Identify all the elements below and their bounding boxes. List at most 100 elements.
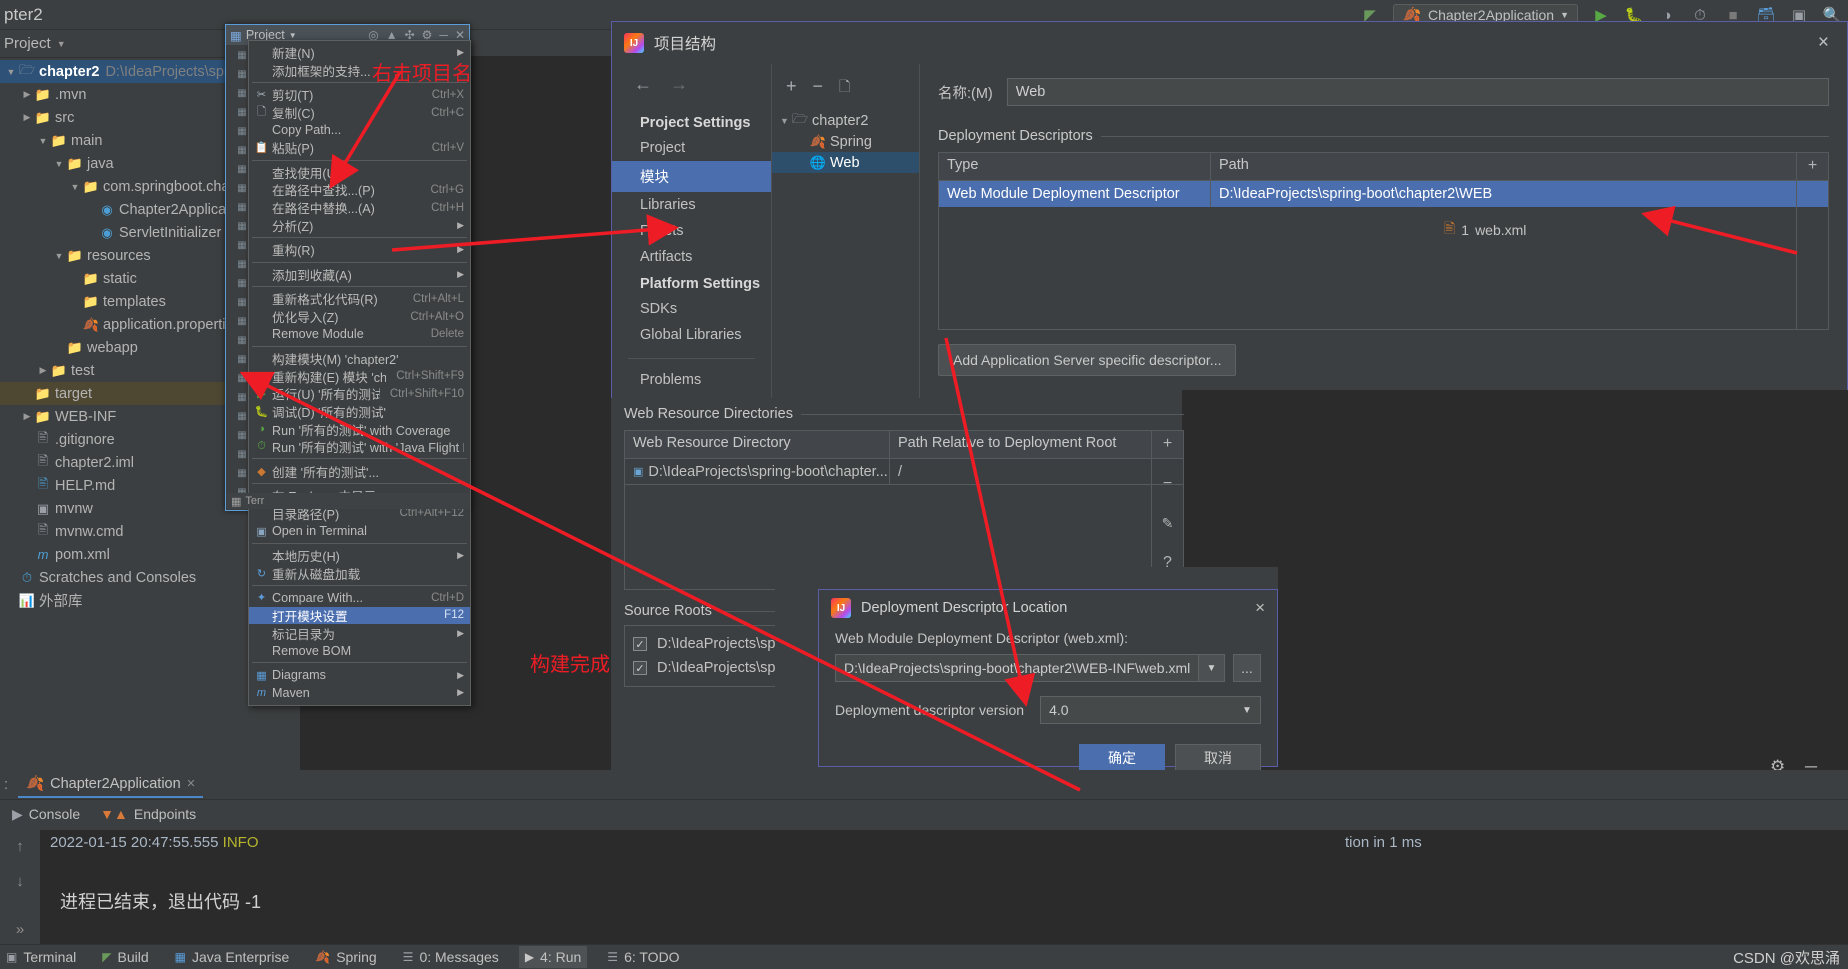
add-icon[interactable]: + bbox=[1163, 435, 1172, 453]
twisty-icon[interactable]: ▶ bbox=[36, 365, 50, 376]
menu-item[interactable]: Remove Module Delete bbox=[249, 325, 470, 343]
chevron-down-icon[interactable]: ▼ bbox=[57, 39, 66, 49]
status-bar-item-terminal[interactable]: ▣ Terminal bbox=[0, 946, 82, 968]
menu-item[interactable]: ✂ 剪切(T) Ctrl+X bbox=[249, 86, 470, 104]
chevron-down-icon[interactable]: ▼ bbox=[289, 31, 297, 40]
menu-item[interactable]: 打开模块设置 F12 bbox=[249, 606, 470, 625]
checkbox[interactable]: ✓ bbox=[633, 637, 647, 651]
menu-item[interactable]: m Maven ▶ bbox=[249, 684, 470, 702]
menu-item[interactable]: Remove BOM bbox=[249, 642, 470, 660]
scroll-down-icon[interactable]: ↓ bbox=[16, 873, 24, 890]
menu-item[interactable]: 在路径中查找...(P) Ctrl+G bbox=[249, 181, 470, 199]
run-tab-chapter2application[interactable]: 🍂 Chapter2Application × bbox=[18, 771, 204, 798]
module-tree[interactable]: ▼ 🗁 chapter2 🍂 Spring 🌐 Web bbox=[772, 110, 919, 173]
browse-button[interactable]: ... bbox=[1233, 654, 1261, 682]
menu-item[interactable]: 查找使用(U) bbox=[249, 164, 470, 182]
nav-item-problems[interactable]: Problems bbox=[612, 367, 771, 393]
nav-item-libraries[interactable]: Libraries bbox=[612, 192, 771, 218]
menu-item[interactable]: 在路径中替换...(A) Ctrl+H bbox=[249, 199, 470, 217]
remove-module-icon[interactable]: − bbox=[813, 76, 824, 100]
menu-item[interactable]: 🐛 调试(D) '所有的测试' bbox=[249, 403, 470, 421]
status-bar-item-6--todo[interactable]: ☰ 6: TODO bbox=[601, 946, 685, 968]
menu-item[interactable]: 📋 粘贴(P) Ctrl+V bbox=[249, 139, 470, 157]
twisty-icon[interactable]: ▼ bbox=[52, 251, 66, 261]
add-module-icon[interactable]: + bbox=[786, 76, 797, 100]
menu-item[interactable]: ▣ Open in Terminal bbox=[249, 522, 470, 540]
menu-item[interactable]: ✦ Compare With... Ctrl+D bbox=[249, 589, 470, 607]
remove-icon[interactable]: − bbox=[1163, 475, 1172, 493]
tab-endpoints[interactable]: ▼▲ Endpoints bbox=[100, 806, 196, 822]
nav-items-other[interactable]: Problems bbox=[612, 367, 771, 393]
module-item-chapter2[interactable]: ▼ 🗁 chapter2 bbox=[772, 110, 919, 131]
twisty-icon[interactable]: ▼ bbox=[36, 136, 50, 146]
module-item-spring[interactable]: 🍂 Spring bbox=[772, 131, 919, 152]
nav-item-project[interactable]: Project bbox=[612, 135, 771, 161]
close-icon[interactable]: × bbox=[1812, 32, 1835, 54]
chevron-down-icon[interactable]: ▼ bbox=[1198, 655, 1224, 681]
menu-item[interactable]: ▶ 运行(U) '所有的测试' Ctrl+Shift+F10 bbox=[249, 385, 470, 403]
copy-module-icon[interactable]: 🗋 bbox=[839, 76, 850, 100]
nav-item-sdks[interactable]: SDKs bbox=[612, 296, 771, 322]
menu-item[interactable]: 标记目录为 ▶ bbox=[249, 624, 470, 642]
twisty-icon[interactable]: ▼ bbox=[4, 67, 18, 77]
edit-pencil-icon[interactable]: ✎ bbox=[1162, 515, 1174, 532]
deployment-descriptors-table[interactable]: Type Path Web Module Deployment Descript… bbox=[938, 152, 1829, 330]
menu-item-shortcut: Ctrl+Alt+L bbox=[412, 292, 464, 305]
tab-console[interactable]: ▶ Console bbox=[12, 806, 80, 823]
nav-items-project-settings[interactable]: Project 模块 Libraries Facets Artifacts bbox=[612, 135, 771, 270]
descriptor-version-combobox[interactable]: 4.0 ▼ bbox=[1040, 696, 1261, 724]
module-name-input[interactable]: Web bbox=[1006, 78, 1829, 106]
menu-item[interactable]: 🗋 复制(C) Ctrl+C bbox=[249, 104, 470, 122]
twisty-icon[interactable]: ▶ bbox=[20, 112, 34, 123]
nav-item-模块[interactable]: 模块 bbox=[612, 161, 771, 192]
menu-item[interactable]: 重新构建(E) 模块 'chapter2' Ctrl+Shift+F9 bbox=[249, 368, 470, 386]
web-resource-table[interactable]: Web Resource Directory Path Relative to … bbox=[624, 430, 1184, 590]
scroll-up-icon[interactable]: ↑ bbox=[16, 838, 24, 855]
twisty-icon[interactable]: ▶ bbox=[20, 89, 34, 100]
menu-item[interactable]: 构建模块(M) 'chapter2' bbox=[249, 350, 470, 368]
expand-more-icon[interactable]: » bbox=[16, 921, 24, 938]
status-bar-item-4--run[interactable]: ▶ 4: Run bbox=[518, 946, 588, 968]
cancel-button[interactable]: 取消 bbox=[1175, 744, 1261, 772]
module-item-web[interactable]: 🌐 Web bbox=[772, 152, 919, 173]
back-arrow-icon[interactable]: ← bbox=[634, 74, 652, 95]
status-bar-item-build[interactable]: ◤ Build bbox=[96, 946, 154, 968]
status-bar-item-java-enterprise[interactable]: ▦ Java Enterprise bbox=[169, 946, 296, 968]
status-bar-item-0--messages[interactable]: ☰ 0: Messages bbox=[397, 946, 505, 968]
menu-item[interactable]: ◆ 创建 '所有的测试'... bbox=[249, 462, 470, 480]
nav-item-facets[interactable]: Facets bbox=[612, 218, 771, 244]
menu-item[interactable]: Copy Path... bbox=[249, 121, 470, 139]
status-bar-item-spring[interactable]: 🍂 Spring bbox=[309, 946, 382, 968]
close-icon[interactable]: × bbox=[187, 776, 195, 792]
table-row[interactable]: Web Module Deployment Descriptor D:\Idea… bbox=[939, 181, 1828, 207]
twisty-icon[interactable]: ▼ bbox=[52, 159, 66, 169]
chevron-down-icon[interactable]: ▼ bbox=[1234, 697, 1260, 723]
nav-item-global-libraries[interactable]: Global Libraries bbox=[612, 322, 771, 348]
console-output[interactable]: ↑ ↓ » 2022-01-15 20:47:55.555 INFO 进程已结束… bbox=[0, 830, 1848, 944]
nav-item-artifacts[interactable]: Artifacts bbox=[612, 244, 771, 270]
menu-item[interactable]: ◑ Run '所有的测试' with Coverage bbox=[249, 420, 470, 438]
menu-item[interactable]: 重新格式化代码(R) Ctrl+Alt+L bbox=[249, 290, 470, 308]
status-bar-items[interactable]: ▣ Terminal ◤ Build ▦ Java Enterprise 🍂 Spring ☰ 0… bbox=[0, 946, 686, 968]
menu-item[interactable]: 分析(Z) ▶ bbox=[249, 216, 470, 234]
menu-item[interactable]: ⏱ Run '所有的测试' with 'Java Flight Recorder' bbox=[249, 438, 470, 456]
close-icon[interactable]: × bbox=[1255, 598, 1265, 618]
twisty-icon[interactable]: ▼ bbox=[778, 116, 791, 126]
nav-items-platform-settings[interactable]: SDKs Global Libraries bbox=[612, 296, 771, 348]
table-row[interactable]: ▣ D:\IdeaProjects\spring-boot\chapter...… bbox=[625, 459, 1183, 485]
forward-arrow-icon[interactable]: → bbox=[670, 74, 688, 95]
menu-item[interactable]: ↻ 重新从磁盘加载 bbox=[249, 564, 470, 582]
project-context-menu[interactable]: 新建(N) ▶ 添加框架的支持... ✂ 剪切(T) Ctrl+X 🗋 复制(C) Ctrl+C… bbox=[248, 40, 471, 706]
ok-button[interactable]: 确定 bbox=[1079, 744, 1165, 772]
add-descriptor-icon[interactable]: + bbox=[1808, 157, 1817, 175]
descriptor-path-combobox[interactable]: D:\IdeaProjects\spring-boot\chapter2\WEB… bbox=[835, 654, 1225, 682]
twisty-icon[interactable]: ▶ bbox=[20, 411, 34, 422]
checkbox[interactable]: ✓ bbox=[633, 661, 647, 675]
menu-item[interactable]: 添加到收藏(A) ▶ bbox=[249, 266, 470, 284]
menu-item[interactable]: 重构(R) ▶ bbox=[249, 241, 470, 259]
menu-item[interactable]: ▦ Diagrams ▶ bbox=[249, 666, 470, 684]
add-application-server-descriptor-button[interactable]: Add Application Server specific descript… bbox=[938, 344, 1237, 376]
menu-item[interactable]: 本地历史(H) ▶ bbox=[249, 547, 470, 565]
menu-item[interactable]: 优化导入(Z) Ctrl+Alt+O bbox=[249, 308, 470, 326]
twisty-icon[interactable]: ▼ bbox=[68, 182, 82, 192]
